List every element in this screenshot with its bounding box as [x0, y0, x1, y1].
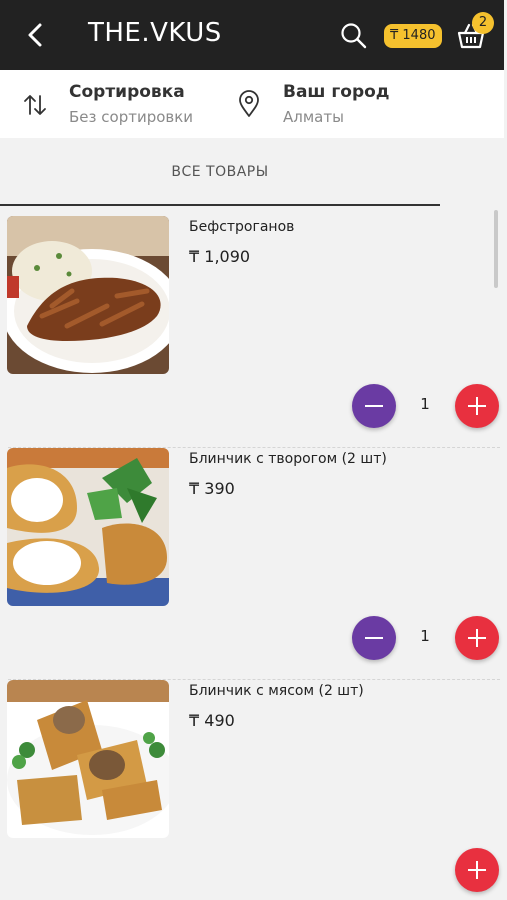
decrease-quantity-button[interactable] — [352, 616, 396, 660]
increase-quantity-button[interactable] — [455, 616, 499, 660]
product-price: ₸ 490 — [189, 711, 235, 730]
back-arrow-icon[interactable] — [24, 22, 48, 48]
decrease-quantity-button[interactable] — [352, 384, 396, 428]
product-card[interactable]: Блинчик с мясом (2 шт) ₸ 490 — [0, 680, 500, 900]
product-name: Блинчик с мясом (2 шт) — [189, 683, 364, 699]
tab-all-products-label: ВСЕ ТОВАРЫ — [171, 164, 269, 180]
sort-value: Без сортировки — [69, 108, 194, 126]
balance-badge[interactable]: ₸ 1480 — [384, 24, 442, 48]
city-title: Ваш город — [283, 82, 390, 102]
sort-arrows-icon — [24, 95, 46, 115]
tab-all-products[interactable]: ВСЕ ТОВАРЫ — [0, 150, 440, 206]
product-price: ₸ 1,090 — [189, 247, 251, 266]
increase-quantity-button[interactable] — [455, 384, 499, 428]
product-price: ₸ 390 — [189, 479, 235, 498]
product-image-blini-meat — [7, 680, 169, 838]
product-name: Бефстроганов — [189, 219, 295, 235]
product-name: Блинчик с творогом (2 шт) — [189, 451, 387, 467]
sort-title: Сортировка — [69, 82, 185, 102]
filters-bar: Сортировка Без сортировки Ваш город Алма… — [0, 70, 504, 138]
location-pin-icon — [239, 90, 259, 117]
add-to-cart-button[interactable] — [455, 848, 499, 892]
product-card[interactable]: Бефстроганов ₸ 1,090 1 — [0, 216, 500, 448]
product-image-blini-cottage-cheese — [7, 448, 169, 606]
product-image-beef-stroganoff — [7, 216, 169, 374]
app-header: THE.VKUS ₸ 1480 2 — [0, 0, 504, 70]
app-title: THE.VKUS — [88, 18, 222, 48]
search-icon[interactable] — [340, 22, 368, 50]
city-value: Алматы — [283, 108, 344, 126]
cart-count-badge: 2 — [472, 12, 494, 34]
product-card[interactable]: Блинчик с творогом (2 шт) ₸ 390 1 — [0, 448, 500, 680]
quantity-value: 1 — [420, 627, 430, 645]
quantity-value: 1 — [420, 395, 430, 413]
